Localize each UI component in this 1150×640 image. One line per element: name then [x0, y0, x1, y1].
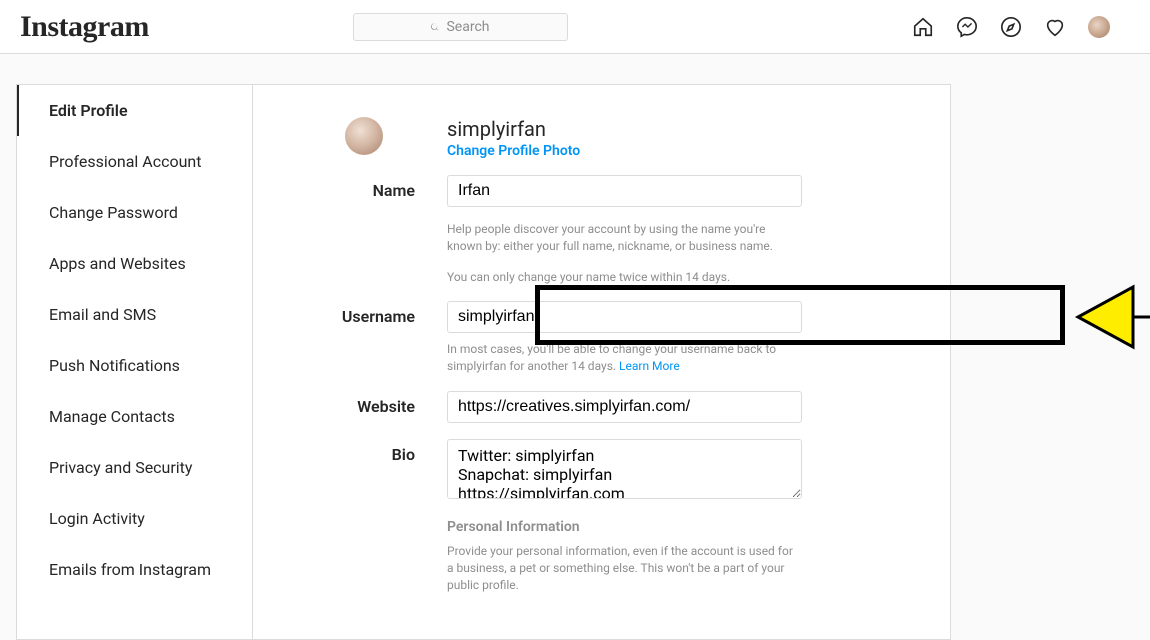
- sidebar-item-privacy-security[interactable]: Privacy and Security: [17, 442, 252, 493]
- personal-info-heading: Personal Information: [447, 519, 802, 535]
- name-label: Name: [253, 175, 447, 285]
- search-container: Search: [320, 13, 600, 41]
- name-input[interactable]: [447, 175, 802, 207]
- settings-main: simplyirfan Change Profile Photo Name He…: [253, 85, 950, 639]
- sidebar-item-manage-contacts[interactable]: Manage Contacts: [17, 391, 252, 442]
- sidebar-item-apps-websites[interactable]: Apps and Websites: [17, 238, 252, 289]
- profile-header-row: simplyirfan Change Profile Photo: [253, 117, 890, 159]
- sidebar-item-push-notifications[interactable]: Push Notifications: [17, 340, 252, 391]
- sidebar-item-email-sms[interactable]: Email and SMS: [17, 289, 252, 340]
- settings-card: Edit Profile Professional Account Change…: [16, 84, 951, 640]
- sidebar-item-login-activity[interactable]: Login Activity: [17, 493, 252, 544]
- search-placeholder: Search: [446, 19, 489, 35]
- settings-sidebar: Edit Profile Professional Account Change…: [17, 85, 253, 639]
- username-input[interactable]: [447, 301, 802, 333]
- username-row: Username In most cases, you'll be able t…: [253, 301, 890, 375]
- sidebar-item-professional-account[interactable]: Professional Account: [17, 136, 252, 187]
- page-body: Edit Profile Professional Account Change…: [0, 54, 1150, 640]
- activity-icon[interactable]: [1044, 16, 1066, 38]
- username-display: simplyirfan: [447, 117, 802, 141]
- bio-textarea[interactable]: [447, 439, 802, 499]
- name-help-text-2: You can only change your name twice with…: [447, 269, 802, 286]
- learn-more-link[interactable]: Learn More: [619, 359, 680, 373]
- explore-icon[interactable]: [1000, 16, 1022, 38]
- search-icon: [430, 22, 440, 32]
- website-input[interactable]: [447, 391, 802, 423]
- annotation-arrow-icon: [1073, 267, 1150, 367]
- username-label: Username: [253, 301, 447, 375]
- top-nav-bar: Instagram Search: [0, 0, 1150, 54]
- messenger-icon[interactable]: [956, 16, 978, 38]
- sidebar-item-emails-instagram[interactable]: Emails from Instagram: [17, 544, 252, 595]
- search-input[interactable]: Search: [353, 13, 568, 41]
- profile-picture[interactable]: [345, 117, 383, 155]
- name-help-text-1: Help people discover your account by usi…: [447, 221, 802, 255]
- website-row: Website: [253, 391, 890, 423]
- username-help-pre: In most cases, you'll be able to change …: [447, 342, 776, 373]
- bio-row: Bio Personal Information Provide your pe…: [253, 439, 890, 593]
- website-label: Website: [253, 391, 447, 423]
- bio-label: Bio: [253, 439, 447, 593]
- nav-icons: [912, 16, 1130, 38]
- sidebar-item-change-password[interactable]: Change Password: [17, 187, 252, 238]
- sidebar-item-edit-profile[interactable]: Edit Profile: [17, 85, 252, 136]
- change-profile-photo-link[interactable]: Change Profile Photo: [447, 143, 802, 159]
- home-icon[interactable]: [912, 16, 934, 38]
- personal-info-help: Provide your personal information, even …: [447, 543, 802, 593]
- username-help-text: In most cases, you'll be able to change …: [447, 341, 802, 375]
- instagram-logo[interactable]: Instagram: [20, 10, 320, 44]
- profile-avatar-nav[interactable]: [1088, 16, 1110, 38]
- name-row: Name Help people discover your account b…: [253, 175, 890, 285]
